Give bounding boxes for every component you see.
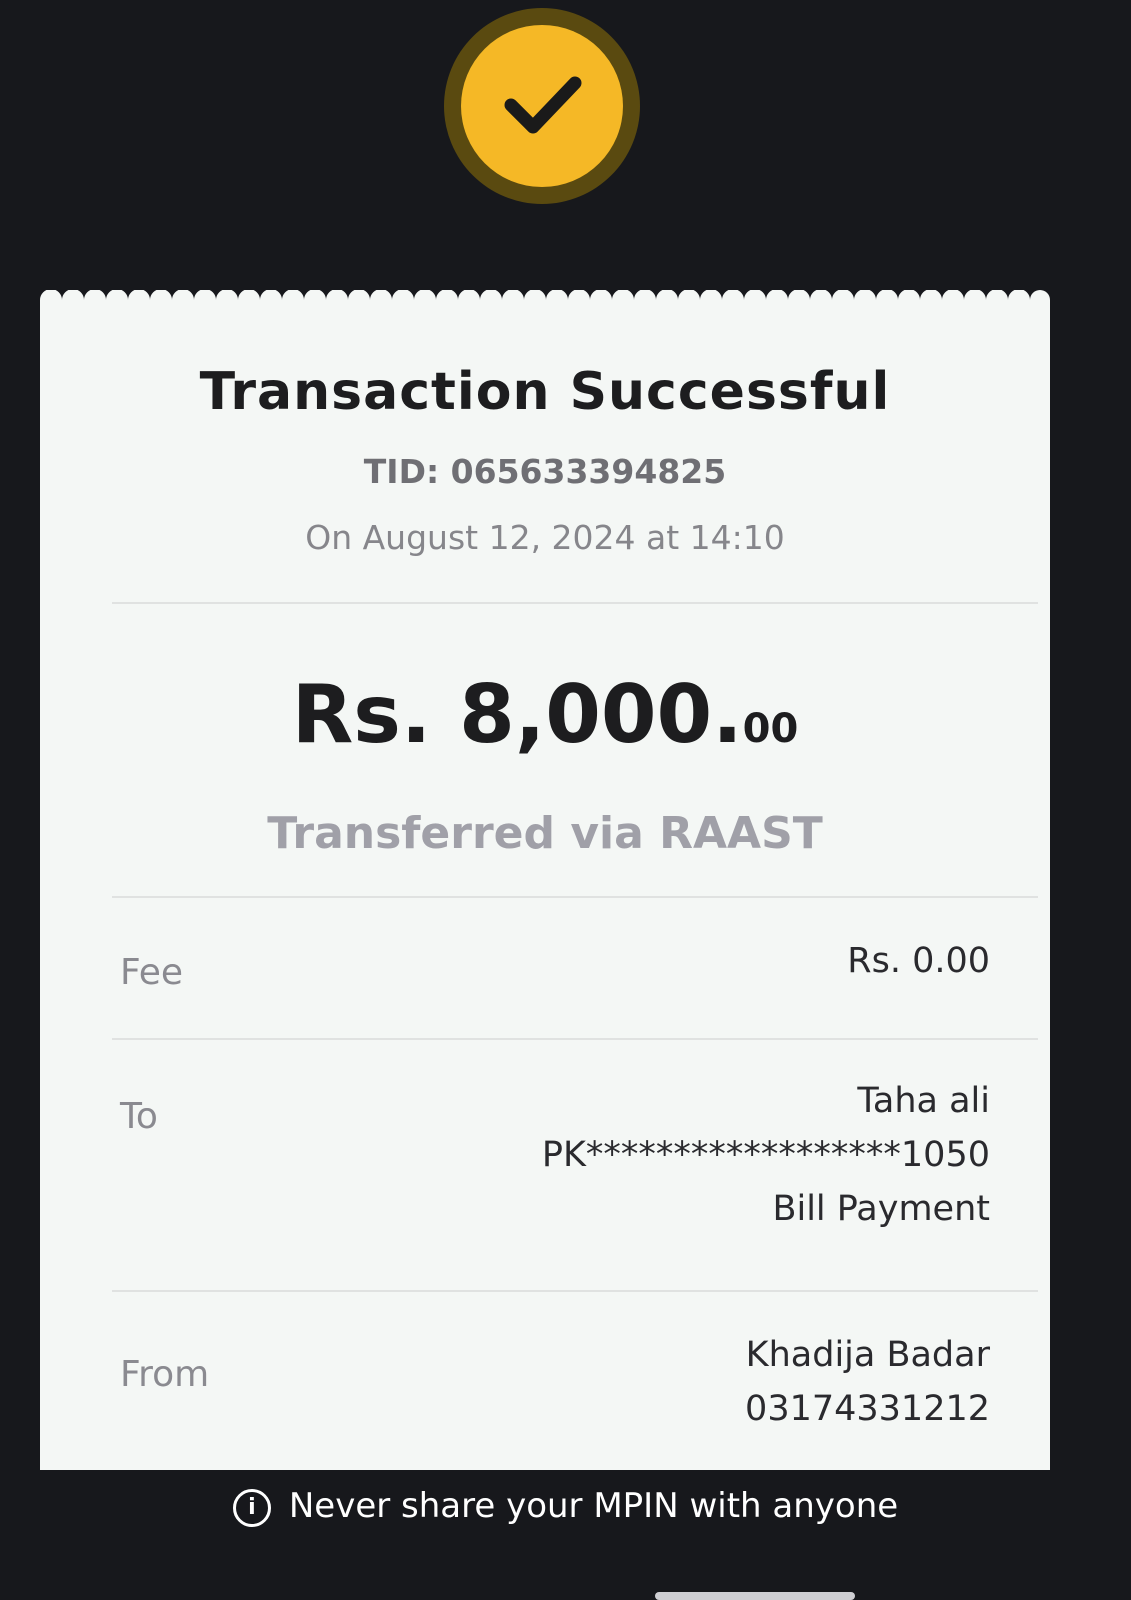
receipt-title: Transaction Successful — [199, 362, 891, 422]
sender-phone: 03174331212 — [745, 1389, 990, 1429]
transaction-receipt-screen: Transaction Successful TID: 065633394825… — [0, 0, 1131, 1600]
amount-main: Rs. 8,000. — [291, 668, 743, 761]
fee-value: Rs. 0.00 — [847, 941, 990, 981]
receipt-card: Transaction Successful TID: 065633394825… — [40, 300, 1050, 1470]
fee-label: Fee — [120, 952, 184, 993]
amount-cents: 00 — [742, 706, 799, 752]
sender-name: Khadija Badar — [745, 1335, 990, 1375]
recipient-name: Taha ali — [857, 1081, 990, 1121]
to-label: To — [120, 1096, 158, 1137]
security-notice-text: Never share your MPIN with anyone — [288, 1486, 899, 1526]
security-notice: i Never share your MPIN with anyone — [0, 1486, 1131, 1527]
info-icon: i — [232, 1488, 271, 1527]
home-indicator[interactable] — [655, 1592, 855, 1600]
success-badge — [444, 8, 640, 204]
divider — [112, 1290, 1038, 1292]
recipient-account: PK******************1050 — [541, 1135, 990, 1175]
divider — [112, 896, 1038, 898]
payment-purpose: Bill Payment — [772, 1189, 990, 1229]
checkmark-icon — [461, 25, 623, 187]
transfer-method: Transferred via RAAST — [267, 808, 823, 859]
divider — [112, 1038, 1038, 1040]
transaction-amount: Rs. 8,000.00 — [40, 668, 1050, 761]
from-label: From — [120, 1354, 210, 1395]
transaction-date: On August 12, 2024 at 14:10 — [305, 518, 785, 557]
sender-details: Khadija Badar 03174331212 — [745, 1328, 990, 1436]
divider — [112, 602, 1038, 604]
transaction-id: TID: 065633394825 — [363, 452, 727, 491]
recipient-details: Taha ali PK******************1050 Bill P… — [542, 1074, 990, 1236]
